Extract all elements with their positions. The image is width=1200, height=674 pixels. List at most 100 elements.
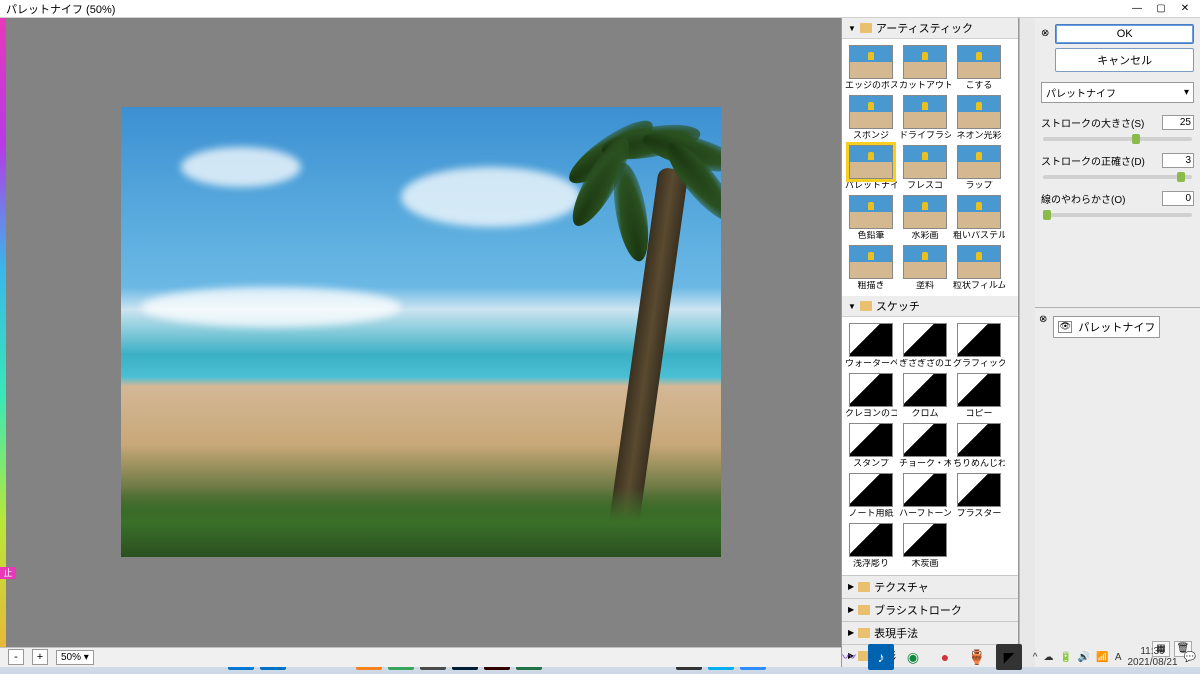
filter-thumb-label: パレットナイフ xyxy=(845,181,897,191)
filter-thumb[interactable]: スポンジ xyxy=(845,95,897,141)
preview-viewport[interactable] xyxy=(0,18,841,647)
filter-thumb-label: コピー xyxy=(953,409,1005,419)
param-stroke-size-slider[interactable] xyxy=(1043,137,1192,141)
filter-thumb[interactable]: クレヨンのコンテ画 xyxy=(845,373,897,419)
filter-thumb[interactable]: ラップ xyxy=(953,145,1005,191)
folder-icon xyxy=(858,582,870,592)
category-label: アーティスティック xyxy=(876,20,973,36)
maximize-button[interactable]: ▢ xyxy=(1152,2,1170,16)
visibility-toggle[interactable]: 👁 xyxy=(1058,321,1072,333)
filter-thumb-label: プラスター xyxy=(953,509,1005,519)
expand-layers-icon[interactable]: ⊗ xyxy=(1039,314,1047,338)
folder-icon xyxy=(860,301,872,311)
filter-thumb[interactable]: プラスター xyxy=(953,473,1005,519)
param-softness-slider[interactable] xyxy=(1043,213,1192,217)
filter-thumb[interactable]: 水彩画 xyxy=(899,195,951,241)
filter-thumb[interactable]: ノート用紙 xyxy=(845,473,897,519)
tray-battery-icon[interactable]: 🔋 xyxy=(1059,652,1071,663)
action-center-icon[interactable]: 💬 xyxy=(1184,652,1196,663)
minimize-button[interactable]: — xyxy=(1128,2,1146,16)
filter-thumb[interactable]: クロム xyxy=(899,373,951,419)
ok-button[interactable]: OK xyxy=(1055,24,1194,44)
record-icon[interactable]: ● xyxy=(932,644,958,670)
triangle-down-icon: ▼ xyxy=(848,24,856,33)
category-header-sketch[interactable]: ▼ スケッチ xyxy=(842,296,1018,317)
effect-layer-name: パレットナイフ xyxy=(1078,319,1155,335)
filter-thumb[interactable]: フレスコ xyxy=(899,145,951,191)
filter-thumb[interactable]: スタンプ xyxy=(845,423,897,469)
filter-gallery-panel: ▼ アーティスティック エッジのポスタリゼーションカットアウトこするスポンジドラ… xyxy=(841,18,1019,667)
zoom-out-button[interactable]: - xyxy=(8,649,24,665)
content-area: 止 - + 50% ▾ ▼ アーティスティック エッジのポスタリゼーションカット… xyxy=(0,18,1200,667)
filter-thumb[interactable]: 粒状フィルム xyxy=(953,245,1005,291)
tray-wifi-icon[interactable]: 📶 xyxy=(1096,652,1108,663)
filter-thumb-label: ノート用紙 xyxy=(845,509,897,519)
tray-chevron-up-icon[interactable]: ^ xyxy=(1033,652,1038,663)
filter-thumb[interactable]: ネオン光彩 xyxy=(953,95,1005,141)
gallery-scrollbar[interactable] xyxy=(1019,18,1035,667)
filter-thumb[interactable]: カットアウト xyxy=(899,45,951,91)
app-icon-green[interactable]: ◉ xyxy=(900,644,926,670)
filter-thumb-label: 木炭画 xyxy=(899,559,951,569)
filter-thumb[interactable]: 浅浮彫り xyxy=(845,523,897,569)
filter-thumb[interactable]: ハーフトーンパターン xyxy=(899,473,951,519)
app-icon-flag[interactable]: ◤ xyxy=(996,644,1022,670)
param-stroke-detail-input[interactable] xyxy=(1162,153,1194,168)
marker-stop[interactable]: 止 xyxy=(0,567,16,579)
zoom-select[interactable]: 50% ▾ xyxy=(56,650,94,665)
filter-thumb[interactable]: 粗いパステル画 xyxy=(953,195,1005,241)
expand-controls-icon[interactable]: ⊗ xyxy=(1041,28,1049,39)
filter-thumb[interactable]: エッジのポスタリゼーション xyxy=(845,45,897,91)
tray-volume-icon[interactable]: 🔊 xyxy=(1078,652,1090,663)
filter-thumb-label: ラップ xyxy=(953,181,1005,191)
param-stroke-detail-label: ストロークの正確さ(D) xyxy=(1041,153,1156,168)
category-header-artistic[interactable]: ▼ アーティスティック xyxy=(842,18,1018,39)
category-header-collapsed[interactable]: ▶ 表現手法 xyxy=(842,621,1018,644)
category-header-collapsed[interactable]: ▶テクスチャ xyxy=(842,575,1018,598)
zoom-in-button[interactable]: + xyxy=(32,649,48,665)
triangle-right-icon: ▶ xyxy=(848,628,854,637)
param-stroke-size-input[interactable] xyxy=(1162,115,1194,130)
param-softness-input[interactable] xyxy=(1162,191,1194,206)
filter-thumb[interactable]: ぎざぎざのエッジ xyxy=(899,323,951,369)
effect-layer-row[interactable]: 👁 パレットナイフ xyxy=(1053,316,1160,338)
filter-thumb[interactable]: 粗描き xyxy=(845,245,897,291)
cancel-button[interactable]: キャンセル xyxy=(1055,48,1194,72)
filter-thumb-label: ぎざぎざのエッジ xyxy=(899,359,951,369)
filter-thumb[interactable]: コピー xyxy=(953,373,1005,419)
filter-thumb-label: ちりめんじわ xyxy=(953,459,1005,469)
system-clock[interactable]: 11:39 2021/08/21 xyxy=(1127,646,1177,668)
preview-pane: 止 - + 50% ▾ xyxy=(0,18,841,667)
filter-thumb[interactable]: ドライブラシ xyxy=(899,95,951,141)
folder-icon xyxy=(860,23,872,33)
filter-select[interactable]: パレットナイフ▾ xyxy=(1041,82,1194,103)
param-stroke-size-label: ストロークの大きさ(S) xyxy=(1041,115,1156,130)
filter-thumb[interactable]: 木炭画 xyxy=(899,523,951,569)
param-stroke-detail-slider[interactable] xyxy=(1043,175,1192,179)
filter-thumb[interactable]: パレットナイフ xyxy=(845,145,897,191)
tray-cloud-icon[interactable]: ☁ xyxy=(1043,652,1053,663)
filter-thumb[interactable]: 色鉛筆 xyxy=(845,195,897,241)
category-label: 表現手法 xyxy=(874,625,918,641)
titlebar: パレットナイフ (50%) — ▢ ✕ xyxy=(0,0,1200,18)
filter-thumb-label: 水彩画 xyxy=(899,231,951,241)
filter-thumb-label: ハーフトーンパターン xyxy=(899,509,951,519)
category-label: スケッチ xyxy=(876,298,920,314)
close-button[interactable]: ✕ xyxy=(1176,2,1194,16)
category-label: ブラシストローク xyxy=(874,602,962,618)
filter-thumb[interactable]: ウォーターペーパー xyxy=(845,323,897,369)
effect-layers-panel: ⊗ 👁 パレットナイフ ▦ 🗑 xyxy=(1035,307,1200,667)
folder-icon xyxy=(858,628,870,638)
filter-thumb[interactable]: こする xyxy=(953,45,1005,91)
filter-gallery-window: パレットナイフ (50%) — ▢ ✕ xyxy=(0,0,1200,640)
category-header-collapsed[interactable]: ▶ブラシストローク xyxy=(842,598,1018,621)
app-icon-jar[interactable]: 🏺 xyxy=(964,644,990,670)
filter-thumb[interactable]: ちりめんじわ xyxy=(953,423,1005,469)
tray-ime-icon[interactable]: A xyxy=(1115,652,1122,663)
filter-thumb[interactable]: 塗料 xyxy=(899,245,951,291)
music-icon[interactable]: ♪ xyxy=(868,644,894,670)
filter-thumb[interactable]: チョーク・木炭画 xyxy=(899,423,951,469)
filter-thumb-label: 粗描き xyxy=(845,281,897,291)
filter-thumb[interactable]: グラフィックペン xyxy=(953,323,1005,369)
folder-icon xyxy=(858,605,870,615)
